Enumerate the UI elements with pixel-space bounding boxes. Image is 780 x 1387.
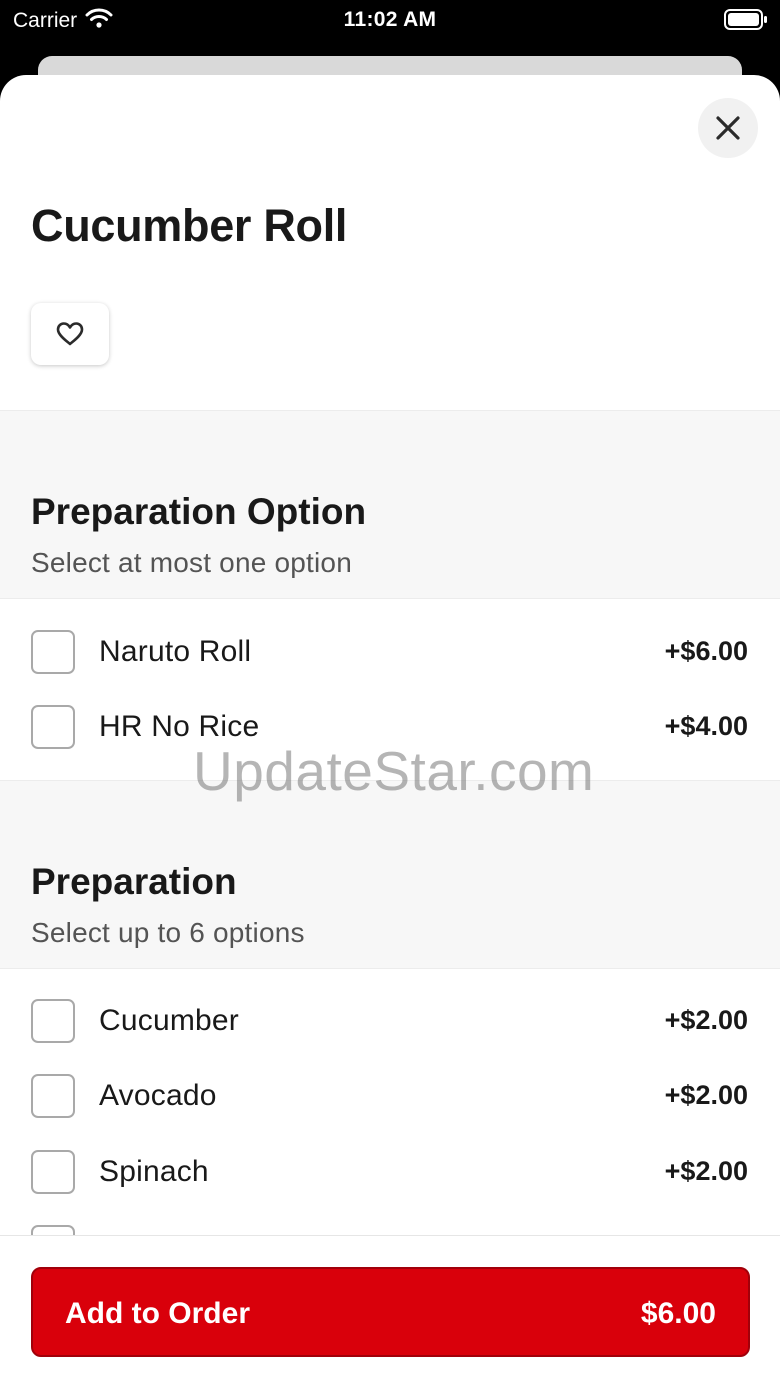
status-bar: Carrier 11:02 AM: [0, 0, 780, 44]
option-row-naruto-roll[interactable]: Naruto Roll +$6.00: [0, 615, 780, 690]
option-row-cucumber[interactable]: Cucumber +$2.00: [0, 984, 780, 1059]
checkbox[interactable]: [31, 705, 75, 749]
option-label: Avocado: [99, 1079, 217, 1112]
section-subtitle: Select at most one option: [31, 547, 352, 578]
section-title: Preparation: [31, 861, 237, 902]
battery-icon: [724, 9, 768, 30]
option-label: Spinach: [99, 1155, 209, 1188]
checkbox[interactable]: [31, 1074, 75, 1118]
heart-outline-icon: [56, 322, 84, 346]
option-price: +$6.00: [664, 636, 748, 666]
favorite-button[interactable]: [31, 303, 109, 365]
option-price: +$2.00: [664, 1080, 748, 1110]
status-time: 11:02 AM: [343, 8, 437, 31]
option-price: +$4.00: [664, 711, 748, 741]
section-subtitle: Select up to 6 options: [31, 917, 305, 948]
add-to-order-label: Add to Order: [65, 1297, 250, 1330]
option-label: Naruto Roll: [99, 635, 252, 668]
add-to-order-price: $6.00: [640, 1297, 716, 1330]
close-button[interactable]: [698, 98, 758, 158]
option-price: +$2.00: [664, 1005, 748, 1035]
item-title: Cucumber Roll: [31, 200, 348, 251]
watermark: UpdateStar.com: [193, 740, 595, 802]
option-row-avocado[interactable]: Avocado +$2.00: [0, 1059, 780, 1134]
section-title: Preparation Option: [31, 491, 367, 532]
checkbox[interactable]: [31, 630, 75, 674]
option-row-spinach[interactable]: Spinach +$2.00: [0, 1135, 780, 1210]
option-price: +$2.00: [664, 1156, 748, 1186]
section-header-preparation: Preparation Select up to 6 options: [0, 780, 780, 969]
checkbox[interactable]: [31, 1150, 75, 1194]
close-icon: [716, 116, 740, 140]
add-to-order-button[interactable]: Add to Order $6.00: [31, 1267, 750, 1357]
checkbox[interactable]: [31, 999, 75, 1043]
section-header-preparation-option: Preparation Option Select at most one op…: [0, 410, 780, 599]
item-detail-sheet: Cucumber Roll Preparation Option Select …: [0, 75, 780, 1387]
option-label: Cucumber: [99, 1004, 239, 1037]
footer: Add to Order $6.00: [0, 1235, 780, 1387]
